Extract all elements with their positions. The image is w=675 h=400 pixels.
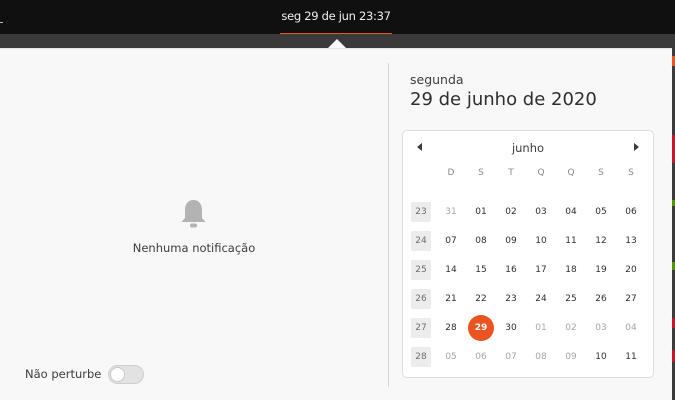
calendar-day[interactable]: 08	[470, 231, 492, 251]
week-number: 23	[411, 202, 431, 222]
week-number: 26	[411, 289, 431, 309]
chevron-right-icon	[634, 143, 639, 151]
day-header: S	[598, 168, 604, 178]
week-number: 27	[411, 318, 431, 338]
calendar-day[interactable]: 19	[590, 260, 612, 280]
calendar-day[interactable]: 02	[500, 202, 522, 222]
calendar-day[interactable]: 27	[620, 289, 642, 309]
calendar-day[interactable]: 26	[590, 289, 612, 309]
day-header: S	[478, 168, 484, 178]
calendar-day[interactable]: 09	[500, 231, 522, 251]
calendar-day[interactable]: 11	[620, 347, 642, 367]
calendar-day[interactable]: 23	[500, 289, 522, 309]
calendar-day[interactable]: 30	[500, 318, 522, 338]
datetime-popover: Nenhuma notificação Não perturbe segunda…	[0, 48, 672, 400]
calendar-day[interactable]: 07	[440, 231, 462, 251]
calendar-day[interactable]: 22	[470, 289, 492, 309]
calendar-day-other-month[interactable]: 03	[590, 318, 612, 338]
calendar-day[interactable]: 21	[440, 289, 462, 309]
month-label: junho	[511, 141, 545, 155]
do-not-disturb-label: Não perturbe	[25, 367, 102, 381]
calendar-day[interactable]: 15	[470, 260, 492, 280]
calendar-day[interactable]: 01	[470, 202, 492, 222]
calendar-day[interactable]: 10	[590, 347, 612, 367]
empty-notifications-label: Nenhuma notificação	[132, 241, 256, 255]
next-month-button[interactable]	[627, 139, 645, 155]
calendar-day[interactable]: 25	[560, 289, 582, 309]
calendar-day[interactable]: 16	[500, 260, 522, 280]
week-number: 28	[411, 347, 431, 367]
calendar-day-other-month[interactable]: 01	[530, 318, 552, 338]
day-header: D	[447, 168, 455, 178]
week-number: 24	[411, 231, 431, 251]
day-header: Q	[537, 168, 545, 178]
calendar-day[interactable]: 28	[440, 318, 462, 338]
calendar-day-other-month[interactable]: 06	[470, 347, 492, 367]
calendar-day-other-month[interactable]: 02	[560, 318, 582, 338]
top-bar-edge	[0, 22, 3, 23]
calendar-day[interactable]: 14	[440, 260, 462, 280]
calendar-day[interactable]: 18	[560, 260, 582, 280]
calendar-day-other-month[interactable]: 04	[620, 318, 642, 338]
calendar-day[interactable]: 17	[530, 260, 552, 280]
calendar-day-other-month[interactable]: 07	[500, 347, 522, 367]
calendar-widget: junho D S T Q Q S S 23 31 01 02 03 04 05 06 24 07 08 09 10 1…	[402, 130, 654, 378]
clock-button[interactable]: seg 29 de jun 23:37	[280, 0, 392, 34]
calendar-day[interactable]: 06	[620, 202, 642, 222]
notification-list: Nenhuma notificação	[0, 49, 388, 400]
day-header: S	[628, 168, 634, 178]
calendar-day-other-month[interactable]: 09	[560, 347, 582, 367]
calendar-day[interactable]: 10	[530, 231, 552, 251]
week-number: 25	[411, 260, 431, 280]
top-bar: seg 29 de jun 23:37	[0, 0, 675, 35]
calendar-day[interactable]: 13	[620, 231, 642, 251]
day-header: Q	[567, 168, 575, 178]
calendar-day[interactable]: 05	[590, 202, 612, 222]
calendar-day[interactable]: 11	[560, 231, 582, 251]
panel-divider	[388, 63, 389, 387]
calendar-day-other-month[interactable]: 05	[440, 347, 462, 367]
calendar-day[interactable]: 24	[530, 289, 552, 309]
do-not-disturb-toggle[interactable]	[108, 365, 144, 384]
calendar-day-other-month[interactable]: 08	[530, 347, 552, 367]
day-header: T	[508, 168, 514, 178]
toggle-knob	[110, 367, 125, 382]
popover-arrow	[328, 39, 346, 48]
bell-icon	[177, 197, 210, 230]
calendar-day[interactable]: 03	[530, 202, 552, 222]
weekday-label: segunda	[410, 72, 464, 87]
calendar-day[interactable]: 12	[590, 231, 612, 251]
calendar-day-today[interactable]: 29	[468, 315, 494, 341]
calendar-day[interactable]: 20	[620, 260, 642, 280]
full-date-label: 29 de junho de 2020	[410, 89, 597, 110]
calendar-day-other-month[interactable]: 31	[440, 202, 462, 222]
calendar-day[interactable]: 04	[560, 202, 582, 222]
